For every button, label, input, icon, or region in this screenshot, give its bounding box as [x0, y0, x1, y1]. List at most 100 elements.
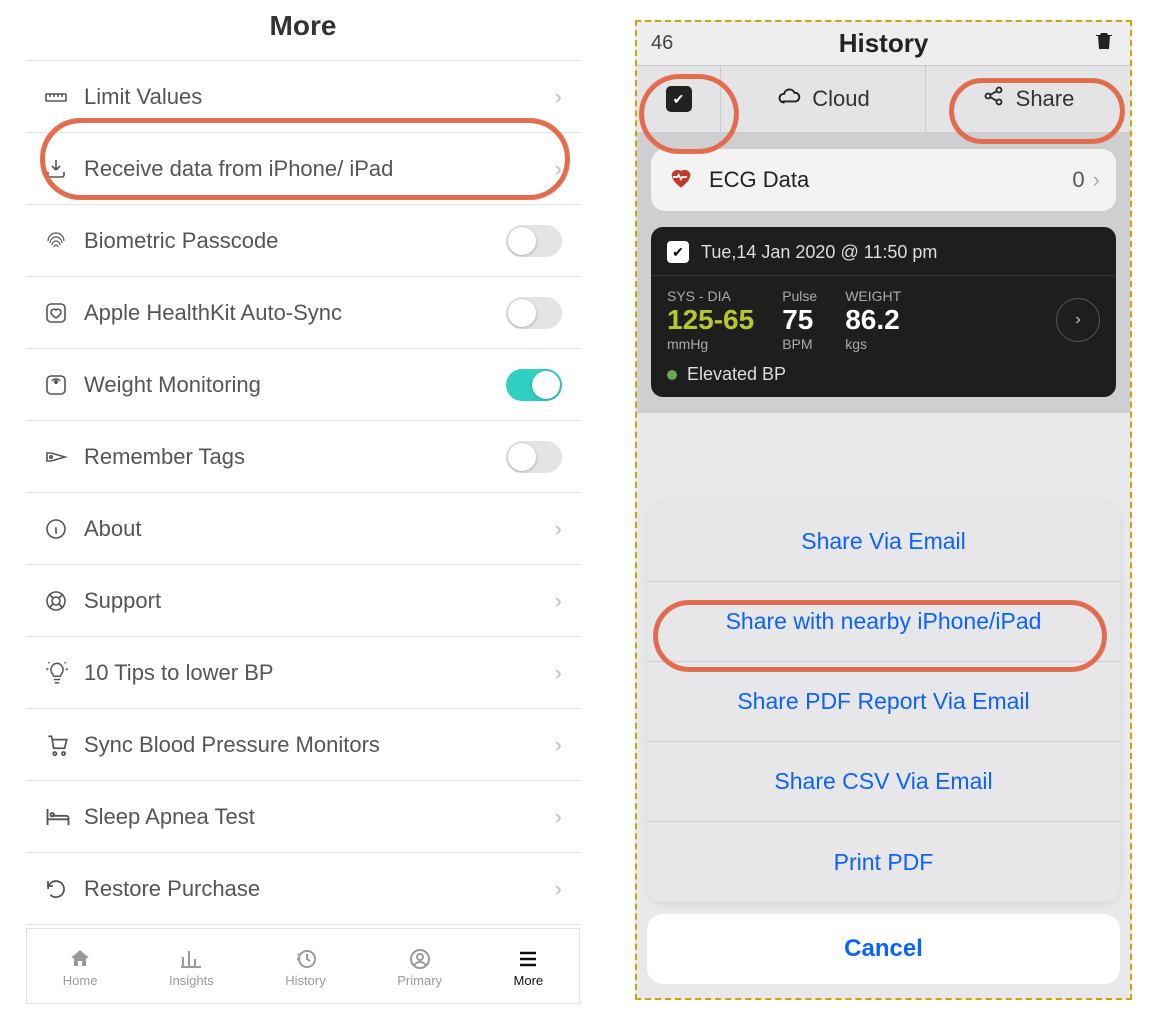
- tab-label: History: [285, 973, 325, 988]
- sheet-share-email[interactable]: Share Via Email: [647, 502, 1120, 582]
- sheet-item-label: Share Via Email: [801, 528, 966, 555]
- row-label: Remember Tags: [84, 444, 506, 470]
- toggle-biometric[interactable]: [506, 225, 562, 257]
- row-receive-data[interactable]: Receive data from iPhone/ iPad ›: [26, 133, 580, 205]
- weight-unit: kgs: [845, 336, 901, 352]
- row-support[interactable]: Support ›: [26, 565, 580, 637]
- record-count: 46: [651, 32, 711, 55]
- sheet-item-label: Print PDF: [834, 849, 934, 876]
- row-healthkit-sync[interactable]: Apple HealthKit Auto-Sync: [26, 277, 580, 349]
- pulse-caption: Pulse: [782, 288, 817, 304]
- reading-timestamp: Tue,14 Jan 2020 @ 11:50 pm: [701, 242, 937, 263]
- sheet-share-nearby[interactable]: Share with nearby iPhone/iPad: [647, 582, 1120, 662]
- row-weight-monitoring[interactable]: Weight Monitoring: [26, 349, 580, 421]
- sysdia-value: 125-65: [667, 304, 754, 336]
- ruler-icon: [44, 85, 84, 109]
- pulse-value: 75: [782, 304, 817, 336]
- toggle-weight[interactable]: [506, 369, 562, 401]
- tab-label: Primary: [397, 973, 442, 988]
- row-label: Sync Blood Pressure Monitors: [84, 732, 555, 758]
- select-all-button[interactable]: ✔: [637, 66, 721, 132]
- reading-status: Elevated BP: [667, 364, 1100, 385]
- ecg-count: 0: [1072, 167, 1084, 193]
- share-action-sheet: Share Via Email Share with nearby iPhone…: [647, 502, 1120, 984]
- chevron-right-icon: ›: [555, 660, 562, 686]
- toggle-healthkit[interactable]: [506, 297, 562, 329]
- cloud-button[interactable]: Cloud: [721, 66, 926, 132]
- row-tips[interactable]: 10 Tips to lower BP ›: [26, 637, 580, 709]
- row-label: About: [84, 516, 555, 542]
- reading-card[interactable]: ✔ Tue,14 Jan 2020 @ 11:50 pm SYS - DIA 1…: [651, 227, 1116, 397]
- row-label: Weight Monitoring: [84, 372, 506, 398]
- weight-value: 86.2: [845, 304, 901, 336]
- page-title: History: [839, 28, 929, 59]
- status-dot-icon: [667, 370, 677, 380]
- row-sync-monitors[interactable]: Sync Blood Pressure Monitors ›: [26, 709, 580, 781]
- history-topbar: 46 History: [637, 22, 1130, 65]
- user-icon: [408, 945, 432, 973]
- heart-icon: [667, 163, 701, 197]
- row-label: Support: [84, 588, 555, 614]
- settings-list: Limit Values › Receive data from iPhone/…: [26, 60, 580, 925]
- chevron-right-icon: ›: [555, 732, 562, 758]
- sheet-item-label: Share CSV Via Email: [774, 768, 992, 795]
- tag-icon: [44, 445, 84, 469]
- row-label: Restore Purchase: [84, 876, 555, 902]
- tab-label: Home: [63, 973, 98, 988]
- segment-bar: ✔ Cloud Share: [637, 65, 1130, 133]
- row-restore-purchase[interactable]: Restore Purchase ›: [26, 853, 580, 925]
- sheet-cancel[interactable]: Cancel: [647, 914, 1120, 984]
- trash-button[interactable]: [1056, 29, 1116, 58]
- share-button[interactable]: Share: [926, 66, 1130, 132]
- sysdia-caption: SYS - DIA: [667, 288, 754, 304]
- clock-icon: [294, 945, 318, 973]
- download-icon: [44, 157, 84, 181]
- sheet-share-pdf-email[interactable]: Share PDF Report Via Email: [647, 662, 1120, 742]
- share-icon: [982, 84, 1006, 114]
- reading-checkbox[interactable]: ✔: [667, 241, 689, 263]
- more-screen: More Limit Values › Receive data from iP…: [26, 4, 580, 1004]
- sheet-share-csv-email[interactable]: Share CSV Via Email: [647, 742, 1120, 822]
- row-label: Sleep Apnea Test: [84, 804, 555, 830]
- tab-history[interactable]: History: [285, 945, 325, 988]
- row-sleep-apnea[interactable]: Sleep Apnea Test ›: [26, 781, 580, 853]
- row-label: Biometric Passcode: [84, 228, 506, 254]
- pulse-unit: BPM: [782, 336, 817, 352]
- pulse-col: Pulse 75 BPM: [782, 288, 817, 352]
- ecg-card[interactable]: ECG Data 0 ›: [651, 149, 1116, 211]
- info-icon: [44, 517, 84, 541]
- tab-home[interactable]: Home: [63, 945, 98, 988]
- row-label: 10 Tips to lower BP: [84, 660, 555, 686]
- row-about[interactable]: About ›: [26, 493, 580, 565]
- tab-label: Insights: [169, 973, 214, 988]
- lifebuoy-icon: [44, 589, 84, 613]
- tab-primary[interactable]: Primary: [397, 945, 442, 988]
- sheet-item-label: Share with nearby iPhone/iPad: [726, 608, 1042, 635]
- tab-bar: Home Insights History Primary More: [26, 928, 580, 1004]
- tab-insights[interactable]: Insights: [169, 945, 214, 988]
- row-limit-values[interactable]: Limit Values ›: [26, 61, 580, 133]
- restore-icon: [44, 877, 84, 901]
- sheet-print-pdf[interactable]: Print PDF: [647, 822, 1120, 902]
- history-content: ECG Data 0 › ✔ Tue,14 Jan 2020 @ 11:50 p…: [637, 133, 1130, 413]
- heart-square-icon: [44, 301, 84, 325]
- chevron-right-icon: ›: [555, 804, 562, 830]
- checkbox-icon: ✔: [666, 86, 692, 112]
- chevron-right-icon: ›: [555, 156, 562, 182]
- chevron-right-icon: ›: [555, 588, 562, 614]
- cloud-icon: [776, 83, 802, 115]
- row-remember-tags[interactable]: Remember Tags: [26, 421, 580, 493]
- tab-more[interactable]: More: [514, 945, 544, 988]
- reading-header: ✔ Tue,14 Jan 2020 @ 11:50 pm: [667, 241, 1100, 263]
- bulb-icon: [44, 660, 84, 686]
- row-biometric-passcode[interactable]: Biometric Passcode: [26, 205, 580, 277]
- scale-icon: [44, 373, 84, 397]
- reading-values: SYS - DIA 125-65 mmHg Pulse 75 BPM WEIGH…: [667, 288, 1100, 352]
- action-sheet-list: Share Via Email Share with nearby iPhone…: [647, 502, 1120, 902]
- tab-label: More: [514, 973, 544, 988]
- toggle-tags[interactable]: [506, 441, 562, 473]
- reading-expand[interactable]: ›: [1056, 298, 1100, 342]
- cloud-label: Cloud: [812, 86, 869, 112]
- sheet-item-label: Share PDF Report Via Email: [737, 688, 1029, 715]
- menu-icon: [516, 945, 540, 973]
